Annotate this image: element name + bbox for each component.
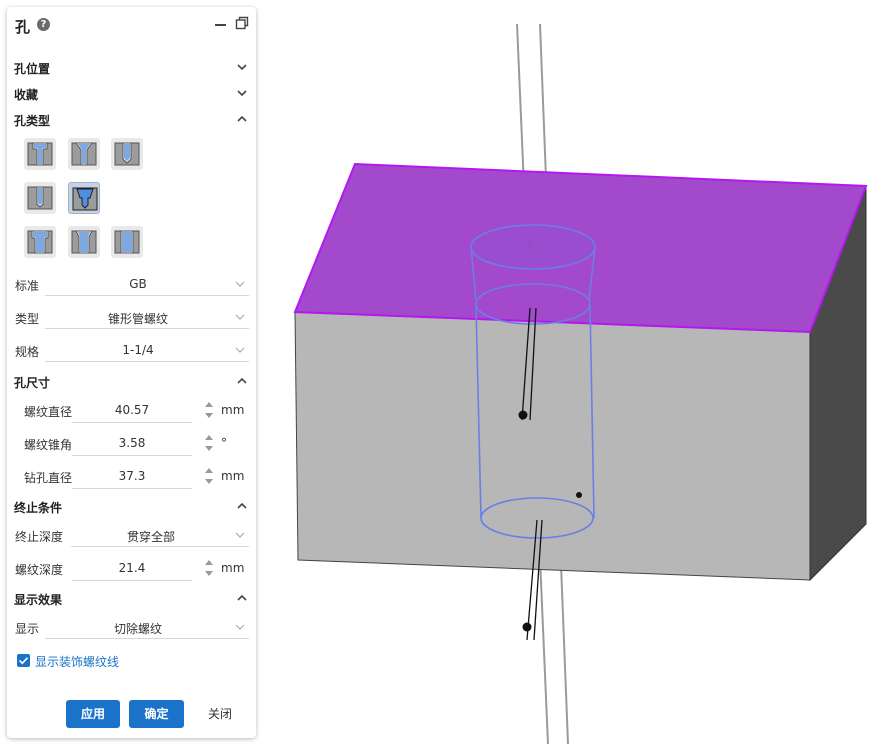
standard-select[interactable]: GB: [45, 273, 249, 296]
simple-hole-icon[interactable]: [24, 182, 56, 214]
chevron-up-icon: [237, 377, 247, 384]
section-label: 孔类型: [14, 114, 51, 128]
apply-button[interactable]: 应用: [66, 700, 120, 728]
spinner-icon[interactable]: [204, 557, 214, 579]
thread-depth-input[interactable]: [72, 556, 192, 581]
thread-taper-label: 螺纹锥角: [24, 438, 73, 452]
display-label: 显示: [15, 622, 40, 636]
restore-window-icon[interactable]: [235, 16, 249, 30]
drill-diameter-input[interactable]: [72, 464, 192, 489]
block-front-face[interactable]: [294, 311, 811, 581]
display-row: 显示 切除螺纹: [15, 615, 249, 639]
section-label: 终止条件: [14, 501, 63, 515]
display-select[interactable]: 切除螺纹: [45, 616, 249, 639]
section-end-condition[interactable]: 终止条件: [14, 497, 248, 517]
thread-diameter-label: 螺纹直径: [24, 405, 73, 419]
chevron-down-icon: [235, 314, 245, 320]
standard-label: 标准: [15, 279, 40, 293]
section-label: 孔尺寸: [14, 376, 51, 390]
thread-point-marker: [518, 410, 528, 420]
chevron-down-icon: [235, 281, 245, 287]
countersink-slot-icon[interactable]: [68, 226, 100, 258]
section-hole-type[interactable]: 孔类型: [14, 110, 248, 130]
standard-row: 标准 GB: [15, 272, 249, 296]
section-hole-size[interactable]: 孔尺寸: [14, 372, 248, 392]
hole-property-panel: 孔 ? 孔位置 收藏 孔类型 标准 GB 类型 锥形管螺纹 规格 1-1/4 孔…: [7, 7, 256, 738]
help-icon[interactable]: ?: [37, 18, 50, 31]
drill-diameter-row: 钻孔直径 mm: [24, 463, 254, 489]
section-display-effect[interactable]: 显示效果: [14, 589, 248, 609]
thread-depth-unit: mm: [221, 561, 245, 575]
chevron-down-icon: [237, 64, 247, 71]
spinner-icon[interactable]: [204, 399, 214, 421]
show-cosmetic-thread-label[interactable]: 显示装饰螺纹线: [35, 653, 119, 670]
spec-row: 规格 1-1/4: [15, 338, 249, 362]
panel-title: 孔: [15, 18, 31, 36]
thread-depth-label: 螺纹深度: [15, 563, 64, 577]
spinner-icon[interactable]: [204, 432, 214, 454]
chevron-down-icon: [235, 532, 245, 538]
straight-slot-icon[interactable]: [111, 226, 143, 258]
type-select[interactable]: 锥形管螺纹: [45, 306, 249, 329]
standard-value: GB: [129, 277, 147, 291]
section-label: 孔位置: [14, 62, 51, 76]
chevron-up-icon: [237, 115, 247, 122]
thread-diameter-unit: mm: [221, 403, 245, 417]
chevron-up-icon: [237, 502, 247, 509]
type-label: 类型: [15, 312, 40, 326]
section-favorites[interactable]: 收藏: [14, 84, 248, 104]
section-label: 收藏: [14, 88, 39, 102]
chevron-down-icon: [237, 90, 247, 97]
drill-diameter-unit: mm: [221, 469, 245, 483]
tapered-pipe-thread-hole-icon[interactable]: [68, 182, 100, 214]
end-depth-value: 贯穿全部: [126, 530, 175, 544]
show-cosmetic-thread-checkbox[interactable]: [17, 654, 30, 667]
center-mark: *: [527, 241, 533, 254]
thread-diameter-input[interactable]: [72, 398, 192, 423]
counterbore-hole-icon[interactable]: [24, 138, 56, 170]
checkmark-icon: [18, 657, 29, 665]
display-value: 切除螺纹: [113, 622, 162, 636]
end-depth-select[interactable]: 贯穿全部: [71, 524, 249, 547]
chevron-down-icon: [235, 347, 245, 353]
minimize-icon[interactable]: [214, 15, 228, 33]
spinner-icon[interactable]: [204, 465, 214, 487]
end-depth-row: 终止深度 贯穿全部: [15, 523, 249, 547]
thread-point-marker: [576, 492, 582, 498]
thread-taper-input[interactable]: [72, 431, 192, 456]
ok-button[interactable]: 确定: [129, 700, 184, 728]
thread-point-marker: [522, 622, 532, 632]
counterbore-slot-icon[interactable]: [24, 226, 56, 258]
thread-depth-row: 螺纹深度 mm: [15, 555, 245, 581]
panel-header: 孔 ?: [7, 7, 256, 41]
section-hole-position[interactable]: 孔位置: [14, 58, 248, 78]
spec-value: 1-1/4: [122, 343, 154, 357]
countersink-hole-icon[interactable]: [68, 138, 100, 170]
chevron-down-icon: [235, 624, 245, 630]
spec-label: 规格: [15, 345, 40, 359]
close-button[interactable]: 关闭: [200, 700, 240, 728]
section-label: 显示效果: [14, 593, 63, 607]
threaded-hole-icon[interactable]: [111, 138, 143, 170]
end-depth-label: 终止深度: [15, 530, 64, 544]
chevron-up-icon: [237, 594, 247, 601]
spec-select[interactable]: 1-1/4: [45, 339, 249, 362]
drill-diameter-label: 钻孔直径: [24, 471, 73, 485]
thread-diameter-row: 螺纹直径 mm: [24, 397, 254, 423]
thread-taper-row: 螺纹锥角 °: [24, 430, 254, 456]
thread-taper-unit: °: [221, 436, 227, 450]
type-row: 类型 锥形管螺纹: [15, 305, 249, 329]
type-value: 锥形管螺纹: [107, 312, 168, 326]
